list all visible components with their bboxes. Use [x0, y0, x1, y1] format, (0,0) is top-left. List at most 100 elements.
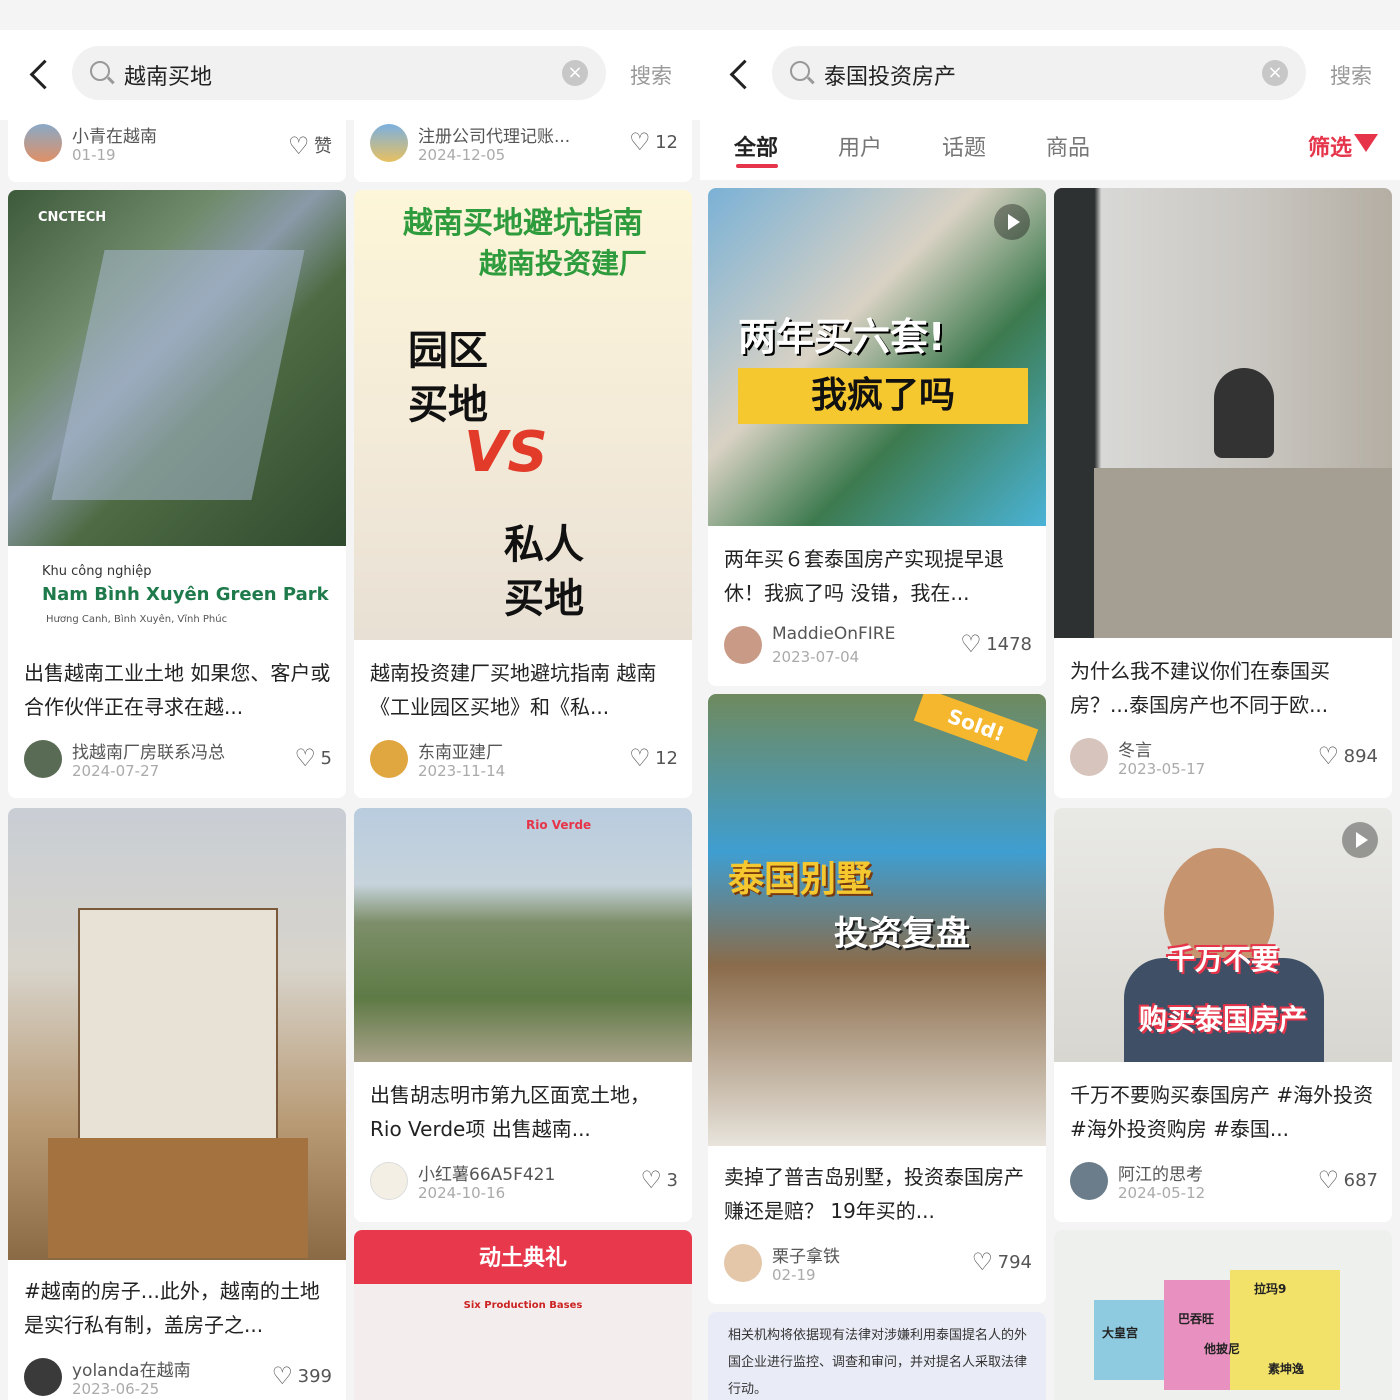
list-item[interactable]: 动土典礼 Six Production Bases [354, 1230, 692, 1400]
like-button[interactable]: 12 [629, 128, 678, 156]
filter-icon[interactable] [1354, 134, 1378, 152]
list-item[interactable]: CNCTECH Khu công nghiệp Nam Bình Xuyên G… [8, 190, 346, 798]
post-date: 2023-07-04 [772, 648, 860, 666]
like-count: 1478 [986, 634, 1032, 655]
post-image: 千万不要 购买泰国房产 [1054, 808, 1392, 1062]
like-button[interactable]: 399 [272, 1362, 332, 1390]
like-button[interactable]: 894 [1318, 742, 1378, 770]
like-count: 12 [655, 748, 678, 769]
search-icon [90, 61, 110, 81]
list-item[interactable]: #越南的房子...此外，越南的土地是实行私有制，盖房子之... yolanda在… [8, 808, 346, 1400]
post-image: 相关机构将依据现有法律对涉嫌利用泰国提名人的外国企业进行监控、调查和审问，并对提… [708, 1312, 1046, 1400]
image-caption: Khu công nghiệp Nam Bình Xuyên Green Par… [8, 546, 346, 640]
post-image [1054, 188, 1392, 638]
post-image: 越南买地避坑指南 越南投资建厂 园区 买地 VS 私人 买地 [354, 190, 692, 640]
search-query: 泰国投资房产 [824, 65, 957, 90]
list-item[interactable]: 越南买地避坑指南 越南投资建厂 园区 买地 VS 私人 买地 越南投资建厂买地避… [354, 190, 692, 798]
post-title: #越南的房子...此外，越南的土地是实行私有制，盖房子之... [24, 1279, 320, 1337]
play-icon[interactable] [1342, 822, 1378, 858]
image-heading: 泰国别墅 [728, 859, 873, 900]
avatar [24, 124, 62, 162]
tab-topics[interactable]: 话题 [942, 130, 986, 162]
filter-button[interactable]: 筛选 [1308, 130, 1352, 162]
search-header: 越南买地 × 搜索 [0, 30, 700, 120]
like-count: 3 [666, 1170, 678, 1191]
post-title: 两年买６套泰国房产实现提早退休！我疯了吗 没错，我在... [724, 547, 1004, 605]
map-label: 大皇宫 [1102, 1326, 1139, 1340]
avatar [724, 1244, 762, 1282]
post-image: CNCTECH [8, 190, 346, 546]
post-date: 2024-12-05 [418, 146, 506, 164]
post-date: 2023-06-25 [72, 1380, 160, 1398]
heart-icon [272, 1362, 294, 1390]
like-button[interactable]: 794 [972, 1248, 1032, 1276]
sold-badge: Sold! [913, 694, 1039, 762]
image-subheading: Six Production Bases [463, 1300, 583, 1311]
heart-icon [629, 128, 651, 156]
tab-all[interactable]: 全部 [734, 130, 778, 162]
play-icon[interactable] [994, 204, 1030, 240]
author-name: 小青在越南 [72, 127, 157, 147]
author-name: 东南亚建厂 [418, 743, 503, 763]
gate-shape [48, 1138, 308, 1258]
tab-users[interactable]: 用户 [838, 130, 882, 162]
caption-sub: Khu công nghiệp [42, 564, 152, 579]
post-title: 卖掉了普吉岛别墅，投资泰国房产赚还是赔？ 19年买的... [724, 1165, 1024, 1223]
map-label: Rio Verde [526, 818, 592, 832]
list-item[interactable]: 小青在越南 01-19 赞 [8, 112, 346, 182]
heart-icon [629, 744, 651, 772]
clear-icon[interactable]: × [562, 60, 588, 86]
image-subheading: 购买泰国房产 [1138, 1003, 1307, 1036]
like-button[interactable]: 1478 [960, 630, 1032, 658]
list-item[interactable]: 拉玛9 大皇宫 巴吞旺 他披尼 素坤逸 [1054, 1230, 1392, 1400]
like-button[interactable]: 赞 [288, 132, 332, 160]
post-title: 为什么我不建议你们在泰国买房？...泰国房产也不同于欧... [1070, 659, 1330, 717]
image-text-a: 园区 [408, 328, 488, 374]
like-count: 赞 [314, 136, 332, 157]
search-button[interactable]: 搜索 [1330, 60, 1372, 90]
heart-icon [295, 744, 317, 772]
avatar [1070, 738, 1108, 776]
post-title: 越南投资建厂买地避坑指南 越南《工业园区买地》和《私... [370, 661, 657, 719]
author-name: 栗子拿铁 [772, 1247, 840, 1267]
like-count: 399 [297, 1366, 332, 1387]
map-label: 拉玛9 [1254, 1282, 1287, 1296]
author-name: 小红薯66A5F421 [418, 1165, 556, 1185]
list-item[interactable]: 千万不要 购买泰国房产 千万不要购买泰国房产 #海外投资 #海外投资购房 #泰国… [1054, 808, 1392, 1222]
list-item[interactable]: 相关机构将依据现有法律对涉嫌利用泰国提名人的外国企业进行监控、调查和审问，并对提… [708, 1312, 1046, 1400]
like-count: 894 [1343, 746, 1378, 767]
image-subheading: 我疯了吗 [738, 368, 1028, 424]
like-count: 5 [320, 748, 332, 769]
list-item[interactable]: Sold! 泰国别墅 投资复盘 卖掉了普吉岛别墅，投资泰国房产赚还是赔？ 19年… [708, 694, 1046, 1304]
list-item[interactable]: 两年买六套! 我疯了吗 两年买６套泰国房产实现提早退休！我疯了吗 没错，我在..… [708, 188, 1046, 686]
like-button[interactable]: 3 [641, 1166, 678, 1194]
like-button[interactable]: 12 [629, 744, 678, 772]
post-date: 02-19 [772, 1266, 816, 1284]
image-heading: 越南买地避坑指南 [403, 206, 643, 241]
factory-area [51, 250, 305, 500]
back-icon[interactable] [724, 54, 756, 94]
post-title: 出售越南工业土地 如果您、客户或合作伙伴正在寻求在越... [24, 661, 331, 719]
like-button[interactable]: 5 [295, 744, 332, 772]
list-item[interactable]: Rio Verde 出售胡志明市第九区面宽土地，Rio Verde项 出售越南.… [354, 808, 692, 1222]
brand-label: CNCTECH [38, 210, 107, 225]
author-name: 找越南厂房联系冯总 [72, 743, 225, 763]
like-count: 794 [997, 1252, 1032, 1273]
floor-shape [1094, 468, 1392, 638]
search-input[interactable]: 泰国投资房产 × [772, 46, 1306, 100]
avatar [24, 740, 62, 778]
heart-icon [641, 1166, 663, 1194]
list-item[interactable]: 注册公司代理记账... 2024-12-05 12 [354, 112, 692, 182]
clear-icon[interactable]: × [1262, 60, 1288, 86]
author-name: 阿江的思考 [1118, 1165, 1203, 1185]
search-button[interactable]: 搜索 [630, 60, 672, 90]
list-item[interactable]: 为什么我不建议你们在泰国买房？...泰国房产也不同于欧... 冬言 2023-0… [1054, 188, 1392, 798]
post-image [8, 808, 346, 1260]
post-image: Rio Verde [354, 808, 692, 1062]
back-icon[interactable] [24, 54, 56, 94]
like-button[interactable]: 687 [1318, 1166, 1378, 1194]
search-input[interactable]: 越南买地 × [72, 46, 606, 100]
right-screen: 泰国投资房产 × 搜索 全部 用户 话题 商品 筛选 两年买六套! 我疯了吗 两… [700, 0, 1400, 1400]
image-subheading: 越南投资建厂 [478, 247, 647, 280]
tab-products[interactable]: 商品 [1046, 130, 1090, 162]
